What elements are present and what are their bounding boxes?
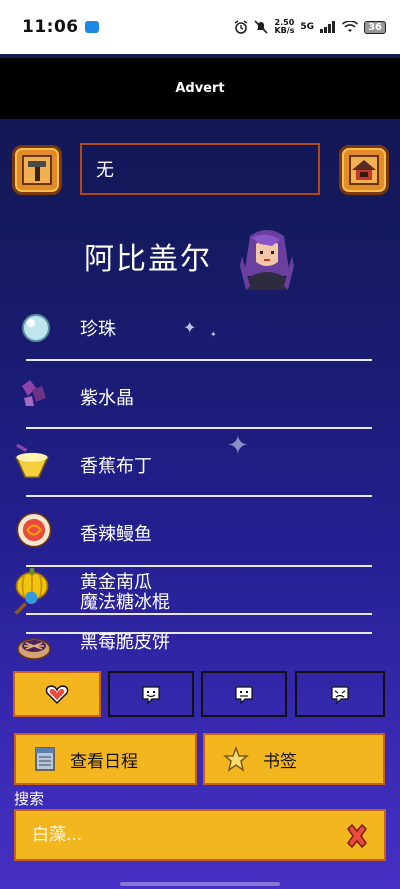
gift-label: 香辣鳗鱼 bbox=[80, 524, 152, 545]
banana-pudding-icon bbox=[15, 444, 49, 479]
network-type: 5G bbox=[300, 22, 315, 32]
house-icon bbox=[349, 155, 379, 185]
gift-label: 香蕉布丁 bbox=[80, 456, 152, 477]
list-divider bbox=[26, 427, 372, 429]
npc-select-value: 无 bbox=[96, 160, 114, 181]
net-speed-unit: KB/s bbox=[274, 26, 295, 35]
face-liked-icon bbox=[142, 686, 160, 705]
list-divider bbox=[26, 359, 372, 361]
npc-select-field[interactable]: 无 bbox=[80, 143, 320, 195]
star-icon bbox=[223, 746, 249, 772]
notification-app-icon bbox=[84, 21, 99, 33]
mute-icon bbox=[254, 20, 269, 34]
battery-indicator: 36 bbox=[364, 20, 386, 34]
villager-name: 阿比盖尔 bbox=[84, 242, 212, 277]
gift-label: 黑莓脆皮饼 bbox=[80, 632, 170, 653]
home-button[interactable] bbox=[339, 145, 389, 195]
advert-banner[interactable]: Advert bbox=[0, 58, 400, 119]
status-time: 11:06 bbox=[22, 17, 79, 37]
advert-label: Advert bbox=[175, 81, 225, 96]
tab-liked[interactable] bbox=[108, 671, 194, 717]
view-schedule-label: 查看日程 bbox=[70, 751, 138, 772]
gift-label: 紫水晶 bbox=[80, 388, 134, 409]
net-speed: 2.50 KB/s bbox=[274, 19, 294, 35]
tab-neutral[interactable] bbox=[201, 671, 287, 717]
alarm-icon bbox=[235, 20, 248, 34]
heart-loved-icon bbox=[45, 685, 69, 705]
status-bar: 11:06 2.50 KB/s 5G 36 bbox=[0, 0, 400, 54]
gift-list-item[interactable]: 香蕉布丁 bbox=[0, 444, 400, 504]
search-input[interactable] bbox=[32, 825, 312, 845]
bookmark-label: 书签 bbox=[263, 751, 297, 772]
search-box[interactable] bbox=[14, 809, 386, 861]
status-indicators: 2.50 KB/s 5G 36 bbox=[234, 19, 386, 35]
gift-list-item[interactable]: 香辣鳗鱼 bbox=[0, 510, 400, 570]
tools-button[interactable] bbox=[12, 145, 62, 195]
home-indicator[interactable] bbox=[120, 882, 280, 886]
pearl-icon bbox=[22, 314, 50, 342]
gift-label: 魔法糖冰棍 bbox=[80, 592, 170, 613]
signal-icon bbox=[320, 21, 336, 33]
face-neutral-icon bbox=[235, 686, 253, 705]
gift-list-item[interactable]: 紫水晶 bbox=[0, 376, 400, 436]
search-label: 搜索 bbox=[14, 790, 45, 808]
hammer-icon bbox=[22, 155, 52, 185]
gift-label: 珍珠 bbox=[80, 319, 116, 340]
calendar-icon bbox=[35, 747, 55, 771]
tab-disliked[interactable] bbox=[295, 671, 385, 717]
spicy-eel-icon bbox=[16, 512, 52, 548]
list-divider bbox=[26, 495, 372, 497]
bookmark-button[interactable]: 书签 bbox=[203, 733, 385, 785]
abigail-portrait-icon bbox=[240, 230, 294, 290]
tab-loved[interactable] bbox=[13, 671, 101, 717]
view-schedule-button[interactable]: 查看日程 bbox=[14, 733, 197, 785]
wifi-icon bbox=[342, 21, 359, 32]
blackberry-cobbler-icon bbox=[17, 638, 51, 660]
magic-rock-candy-icon bbox=[14, 591, 38, 615]
close-icon[interactable] bbox=[344, 823, 370, 849]
amethyst-icon bbox=[22, 380, 46, 406]
face-disliked-icon bbox=[331, 686, 349, 705]
gift-list-item[interactable]: 珍珠 bbox=[0, 308, 400, 368]
